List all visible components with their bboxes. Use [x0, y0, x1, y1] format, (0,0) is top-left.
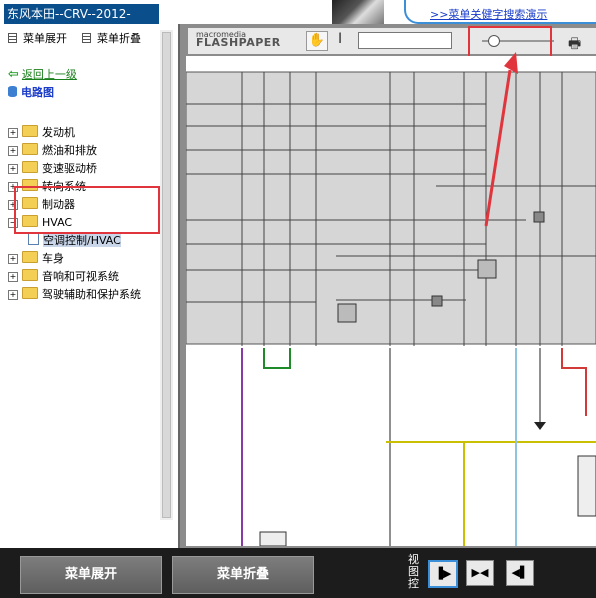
search-demo-link[interactable]: >>菜单关健字搜索演示 — [430, 6, 547, 22]
tree-item-label: 发动机 — [42, 126, 75, 139]
list-icon — [8, 33, 17, 43]
tree-item-label: 变速驱动桥 — [42, 162, 97, 175]
hand-tool-icon[interactable]: ✋ — [306, 31, 328, 51]
tree-root-label: 电路图 — [21, 86, 54, 99]
view-left-button[interactable]: ▐▶ — [428, 560, 458, 588]
tree-item-engine[interactable]: + 发动机 — [8, 124, 75, 142]
menu-expand-link[interactable]: 菜单展开 — [8, 30, 67, 46]
bottom-collapse-button[interactable]: 菜单折叠 — [172, 556, 314, 594]
relay-symbol — [337, 303, 357, 323]
green-wire — [263, 348, 291, 369]
module-block — [186, 71, 596, 345]
back-arrow-icon: ⇦ — [8, 67, 19, 82]
view-control-label: 视图控 — [408, 553, 419, 590]
menu-collapse-label: 菜单折叠 — [97, 32, 141, 45]
arrow-left-bar-icon: ◀▌ — [511, 566, 529, 579]
banner-mascot-image — [332, 0, 384, 24]
logo-product: FLASHPAPER — [196, 36, 281, 49]
relay-symbol — [477, 259, 497, 279]
red-wire — [561, 348, 587, 416]
arrow-right-bar-icon: ▐▶ — [434, 567, 452, 580]
bottom-expand-button[interactable]: 菜单展开 — [20, 556, 162, 594]
expand-plus-icon[interactable]: + — [8, 128, 18, 138]
folder-icon — [22, 143, 38, 155]
wiring-diagram-page[interactable] — [186, 56, 596, 546]
text-select-icon[interactable]: I — [338, 31, 342, 47]
split-arrows-icon: ▶◀ — [471, 566, 489, 579]
tree-item-ac-control[interactable]: 空调控制/HVAC — [28, 232, 121, 250]
tree-item-audio[interactable]: + 音响和可视系统 — [8, 268, 119, 286]
tree-root[interactable]: 电路图 — [8, 84, 54, 100]
folder-icon — [22, 269, 38, 281]
vehicle-title: 东风本田--CRV--2012- — [4, 4, 159, 24]
connector-symbol — [259, 531, 287, 546]
annotation-arrow — [484, 52, 518, 227]
tree-item-label: 燃油和排放 — [42, 144, 97, 157]
tree-item-label: 驾驶辅助和保护系统 — [42, 288, 141, 301]
tree-item-body[interactable]: + 车身 — [8, 250, 64, 268]
view-split-button[interactable]: ▶◀ — [466, 560, 494, 586]
expand-plus-icon[interactable]: + — [8, 254, 18, 264]
folder-icon — [22, 161, 38, 173]
folder-icon — [22, 251, 38, 263]
tree-item-fuel[interactable]: + 燃油和排放 — [8, 142, 97, 160]
highlight-box — [14, 186, 160, 234]
database-icon — [8, 86, 17, 97]
wiring-diagram — [186, 71, 596, 546]
tree-item-label: 车身 — [42, 252, 64, 265]
diode-symbol — [431, 295, 443, 307]
tree-scrollbar-thumb[interactable] — [162, 32, 171, 518]
list-icon — [82, 33, 91, 43]
tree-item-label: 音响和可视系统 — [42, 270, 119, 283]
view-right-button[interactable]: ◀▌ — [506, 560, 534, 586]
flashpaper-logo: macromedia FLASHPAPER — [196, 31, 281, 49]
back-label: 返回上一级 — [21, 68, 77, 81]
tree-item-label-selected: 空调控制/HVAC — [43, 234, 121, 247]
tree-item-transaxle[interactable]: + 变速驱动桥 — [8, 160, 97, 178]
expand-plus-icon[interactable]: + — [8, 290, 18, 300]
folder-icon — [22, 287, 38, 299]
back-link[interactable]: ⇦ 返回上一级 — [8, 66, 77, 82]
expand-plus-icon[interactable]: + — [8, 164, 18, 174]
search-input[interactable] — [358, 32, 452, 49]
tree-item-driver-assist[interactable]: + 驾驶辅助和保护系统 — [8, 286, 141, 304]
menu-collapse-link[interactable]: 菜单折叠 — [82, 30, 141, 46]
connector-symbol — [577, 455, 596, 517]
folder-icon — [22, 125, 38, 137]
print-icon[interactable]: 🖶 — [568, 33, 581, 57]
ground-symbol — [534, 422, 546, 430]
menu-expand-label: 菜单展开 — [23, 32, 67, 45]
expand-plus-icon[interactable]: + — [8, 272, 18, 282]
expand-plus-icon[interactable]: + — [8, 146, 18, 156]
diode-symbol — [533, 211, 545, 223]
